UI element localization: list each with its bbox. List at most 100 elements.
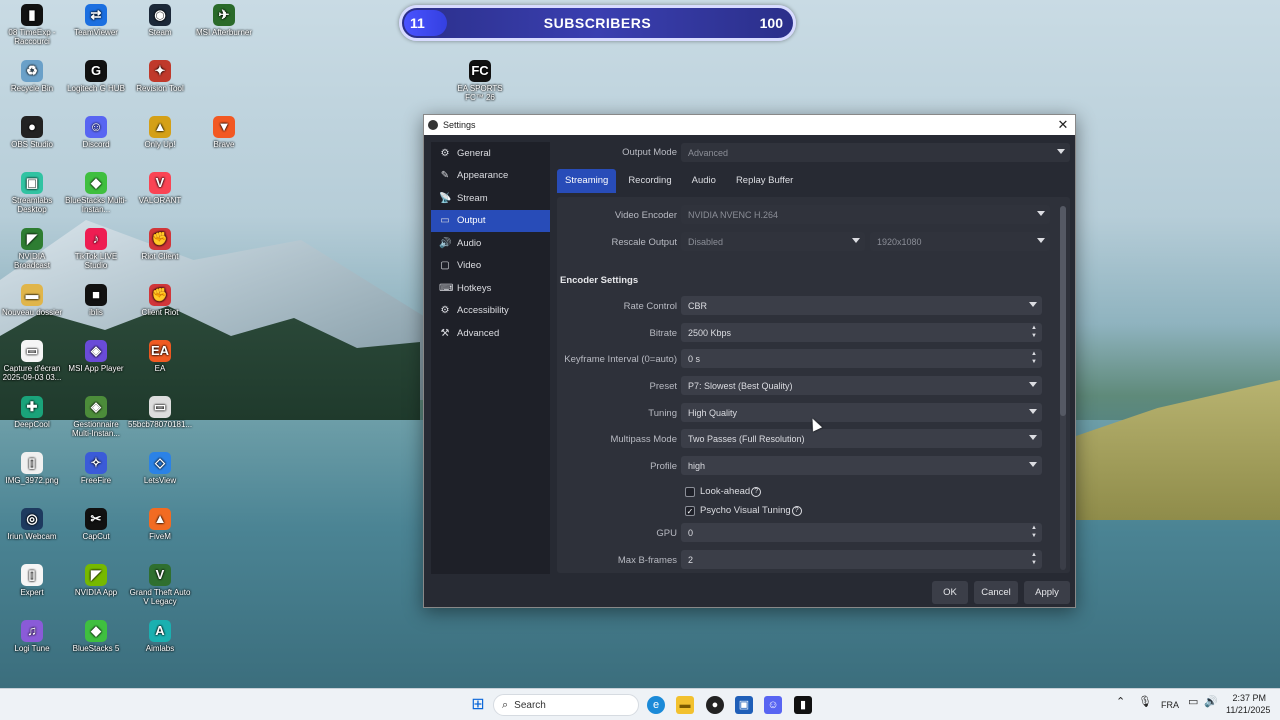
desktop-icon[interactable]: ✈ MSI Afterburner: [192, 4, 256, 37]
desktop-icon[interactable]: ✊ Client Riot: [128, 284, 192, 317]
psycho-visual-checkbox[interactable]: ✓ Psycho Visual Tuning ?: [685, 505, 802, 516]
desktop-icon[interactable]: V Grand Theft Auto V Legacy: [128, 564, 192, 606]
tab-audio[interactable]: Audio: [684, 169, 724, 193]
desktop-icon[interactable]: ♫ Logi Tune: [0, 620, 64, 653]
help-icon[interactable]: ?: [751, 486, 762, 497]
gpu-stepper[interactable]: 0 ▲ ▼: [681, 523, 1042, 542]
keyframe-interval-0-auto-stepper[interactable]: 0 s ▲ ▼: [681, 349, 1042, 368]
desktop-icon[interactable]: ◤ NVIDIA Broadcast: [0, 228, 64, 270]
desktop-icon[interactable]: ▮ 08 TimeExp - Raccourci: [0, 4, 64, 46]
desktop-icon[interactable]: ▭ Capture d'écran 2025-09-03 03...: [0, 340, 64, 382]
keyframe-interval-0-auto-label: Keyframe Interval (0=auto): [564, 354, 677, 365]
desktop-icon[interactable]: ▲ FiveM: [128, 508, 192, 541]
spin-arrows-icon[interactable]: ▲ ▼: [1030, 551, 1038, 567]
tuning-value: High Quality: [688, 407, 738, 418]
desktop-icon[interactable]: ▬ Nouveau dossier: [0, 284, 64, 317]
close-icon[interactable]: ✕: [1053, 117, 1073, 133]
desktop-icon[interactable]: ♪ TikTok LIVE Studio: [64, 228, 128, 270]
sidebar-item-stream[interactable]: 📡 Stream: [431, 187, 550, 210]
ea-fc-taskbar-icon[interactable]: ▮: [794, 696, 812, 714]
desktop-icon[interactable]: FC EA SPORTS FC™ 26: [448, 60, 512, 102]
scrollbar-thumb[interactable]: [1060, 206, 1066, 416]
desktop-icon[interactable]: ✊ Riot Client: [128, 228, 192, 261]
desktop-icon[interactable]: ♻ Recycle Bin: [0, 60, 64, 93]
desktop-icon[interactable]: ☺ Discord: [64, 116, 128, 149]
store-icon[interactable]: ▣: [735, 696, 753, 714]
desktop-icon[interactable]: ✦ Revision Tool: [128, 60, 192, 93]
output-mode-select[interactable]: Advanced: [681, 143, 1070, 162]
sidebar-item-hotkeys[interactable]: ⌨ Hotkeys: [431, 277, 550, 300]
desktop-icon[interactable]: ▭ 55bcb78070181...: [128, 396, 192, 429]
desktop-icon[interactable]: ✚ DeepCool: [0, 396, 64, 429]
obs-taskbar-icon[interactable]: ●: [706, 696, 724, 714]
spin-arrows-icon[interactable]: ▲ ▼: [1030, 524, 1038, 540]
scrollbar[interactable]: [1060, 206, 1066, 570]
spin-arrows-icon[interactable]: ▲ ▼: [1030, 324, 1038, 340]
desktop-icon[interactable]: A Aimlabs: [128, 620, 192, 653]
sidebar-item-audio[interactable]: 🔊 Audio: [431, 232, 550, 255]
sidebar-item-general[interactable]: ⚙ General: [431, 142, 550, 165]
desktop-icon[interactable]: EA EA: [128, 340, 192, 373]
desktop-icon[interactable]: ◆ BlueStacks 5: [64, 620, 128, 653]
lookahead-checkbox[interactable]: Look-ahead ?: [685, 486, 762, 497]
desktop-icon[interactable]: ◤ NVIDIA App: [64, 564, 128, 597]
bitrate-stepper[interactable]: 2500 Kbps ▲ ▼: [681, 323, 1042, 342]
tab-streaming[interactable]: Streaming: [557, 169, 617, 193]
desktop-icon[interactable]: ✧ FreeFire: [64, 452, 128, 485]
desktop-icon[interactable]: ▲ Only Up!: [128, 116, 192, 149]
desktop-icon-label: VALORANT: [138, 196, 182, 205]
sidebar-item-appearance[interactable]: ✎ Appearance: [431, 165, 550, 188]
sidebar-item-video[interactable]: ▢ Video: [431, 255, 550, 278]
tab-replay-buffer[interactable]: Replay Buffer: [728, 169, 801, 193]
desktop-icon[interactable]: ◆ BlueStacks Multi-Instan...: [64, 172, 128, 214]
cancel-button[interactable]: Cancel: [974, 581, 1018, 604]
desktop-icon[interactable]: ▼ Brave: [192, 116, 256, 149]
desktop-icon[interactable]: ◈ Gestionnaire Multi-Instan...: [64, 396, 128, 438]
profile-select[interactable]: high: [681, 456, 1042, 475]
desktop-icon[interactable]: ● OBS Studio: [0, 116, 64, 149]
desktop-icon[interactable]: ▣ Streamlabs Desktop: [0, 172, 64, 214]
desktop-icon[interactable]: ▯ IMG_3972.png: [0, 452, 64, 485]
desktop-icon[interactable]: ◉ Steam: [128, 4, 192, 37]
rescale-resolution-select[interactable]: 1920x1080: [870, 232, 1050, 251]
chevron-up-icon[interactable]: ⌃: [1116, 695, 1125, 708]
desktop-icon[interactable]: ◈ MSI App Player: [64, 340, 128, 373]
multipass-mode-select[interactable]: Two Passes (Full Resolution): [681, 429, 1042, 448]
desktop-icon[interactable]: G Logitech G HUB: [64, 60, 128, 93]
file-explorer-icon[interactable]: ▬: [676, 696, 694, 714]
clock-time[interactable]: 2:37 PM: [1226, 693, 1266, 703]
windows-start-icon[interactable]: ⊞: [469, 696, 487, 714]
desktop-icon[interactable]: ▯ Expert: [0, 564, 64, 597]
edge-icon[interactable]: e: [647, 696, 665, 714]
ok-button[interactable]: OK: [932, 581, 968, 604]
apply-button[interactable]: Apply: [1024, 581, 1070, 604]
desktop-icon[interactable]: ✂ CapCut: [64, 508, 128, 541]
desktop-icon[interactable]: ◎ Iriun Webcam: [0, 508, 64, 541]
desktop-icon[interactable]: ■ iblis: [64, 284, 128, 317]
desktop-icon[interactable]: V VALORANT: [128, 172, 192, 205]
tab-recording[interactable]: Recording: [620, 169, 679, 193]
desktop-icon[interactable]: ⇄ TeamViewer: [64, 4, 128, 37]
sidebar-item-output[interactable]: ▭ Output: [431, 209, 550, 232]
sidebar-item-advanced[interactable]: ⚒ Advanced: [431, 322, 550, 345]
preset-select[interactable]: P7: Slowest (Best Quality): [681, 376, 1042, 395]
help-icon[interactable]: ?: [791, 505, 802, 516]
discord-taskbar-icon[interactable]: ☺: [764, 696, 782, 714]
desktop-icon[interactable]: ◇ LetsView: [128, 452, 192, 485]
clock-date[interactable]: 11/21/2025: [1226, 705, 1270, 715]
volume-icon[interactable]: 🔊: [1204, 695, 1218, 708]
app-icon: ✂: [85, 508, 107, 530]
microphone-icon[interactable]: 🎙: [1138, 695, 1152, 708]
tuning-select[interactable]: High Quality: [681, 403, 1042, 422]
output-tabs: Streaming Recording Audio Replay Buffer: [557, 169, 805, 193]
desktop-icon-label: EA: [154, 364, 166, 373]
sidebar-item-accessibility[interactable]: ⚙ Accessibility: [431, 300, 550, 323]
language-indicator[interactable]: FRA: [1161, 700, 1179, 710]
rate-control-select[interactable]: CBR: [681, 296, 1042, 315]
rescale-output-select[interactable]: Disabled: [681, 232, 865, 251]
video-encoder-select[interactable]: NVIDIA NVENC H.264: [681, 205, 1050, 224]
network-icon[interactable]: ▭: [1188, 695, 1198, 708]
taskbar-search[interactable]: ⌕ Search: [493, 694, 639, 716]
max-bframes-stepper[interactable]: 2 ▲ ▼: [681, 550, 1042, 569]
spin-arrows-icon[interactable]: ▲ ▼: [1030, 350, 1038, 366]
